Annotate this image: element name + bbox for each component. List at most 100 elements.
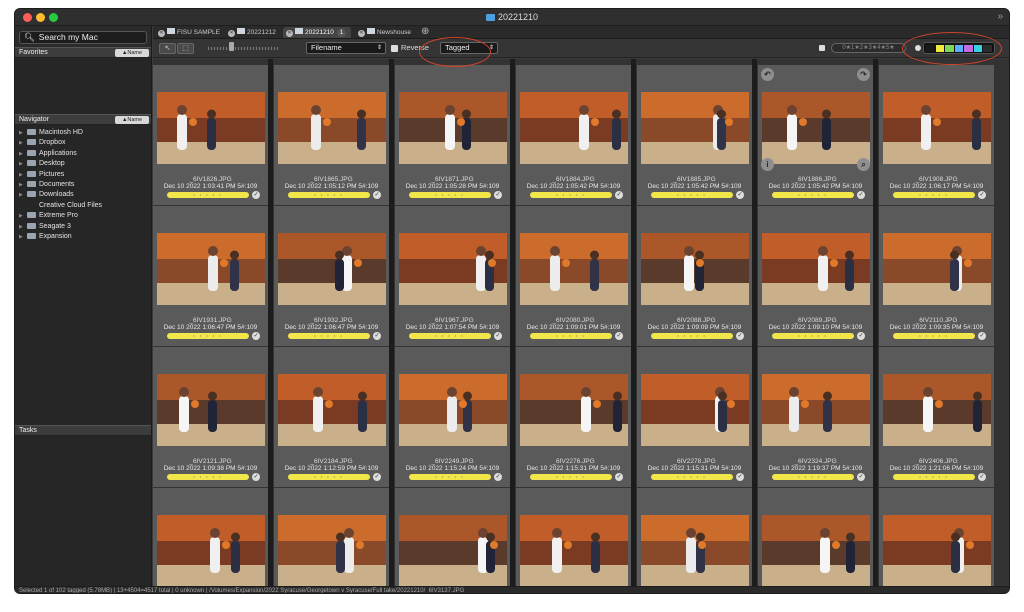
- thumbnail-cell[interactable]: [395, 488, 510, 586]
- checkmark-icon[interactable]: ✓: [857, 332, 865, 340]
- tag-color-label[interactable]: • • • • •: [167, 474, 249, 480]
- thumbnail-grid[interactable]: _6IV1826.JPG Dec 10 2022 1:03:41 PM 5#:10…: [153, 59, 1009, 586]
- close-icon[interactable]: ✕: [228, 30, 235, 37]
- color-swatch[interactable]: [926, 45, 935, 52]
- disclosure-triangle-icon[interactable]: ▶: [19, 222, 27, 232]
- photo-thumbnail[interactable]: [641, 92, 749, 164]
- thumbnail-cell[interactable]: [758, 488, 873, 586]
- tag-color-label[interactable]: • • • • •: [651, 192, 733, 198]
- thumbnail-cell[interactable]: [516, 488, 631, 586]
- reverse-checkbox[interactable]: [391, 45, 398, 52]
- disclosure-triangle-icon[interactable]: ▶: [19, 232, 27, 242]
- checkmark-icon[interactable]: ✓: [252, 473, 260, 481]
- photo-thumbnail[interactable]: [399, 515, 507, 586]
- tag-color-label[interactable]: • • • • •: [651, 474, 733, 480]
- disclosure-triangle-icon[interactable]: ▶: [19, 170, 27, 180]
- tag-color-label[interactable]: • • • • •: [409, 192, 491, 198]
- photo-thumbnail[interactable]: [278, 515, 386, 586]
- checkmark-icon[interactable]: ✓: [494, 191, 502, 199]
- thumbnail-cell[interactable]: [274, 488, 389, 586]
- checkmark-icon[interactable]: ✓: [736, 473, 744, 481]
- navigator-sort-button[interactable]: ▲Name: [115, 116, 149, 124]
- photo-thumbnail[interactable]: [278, 374, 386, 446]
- thumbnail-cell[interactable]: _6IV2276.JPG Dec 10 2022 1:15:31 PM 5#:10…: [516, 347, 631, 487]
- thumbnail-cell[interactable]: _6IV2089.JPG Dec 10 2022 1:09:10 PM 5#:10…: [758, 206, 873, 346]
- thumbnail-cell[interactable]: _6IV1865.JPG Dec 10 2022 1:05:12 PM 5#:10…: [274, 65, 389, 205]
- thumbnail-cell[interactable]: _6IV1932.JPG Dec 10 2022 1:06:47 PM 5#:10…: [274, 206, 389, 346]
- photo-thumbnail[interactable]: [399, 374, 507, 446]
- nav-item-desktop[interactable]: ▶ Desktop: [15, 159, 151, 169]
- checkmark-icon[interactable]: ✓: [736, 191, 744, 199]
- nav-item-downloads[interactable]: ▶ Downloads: [15, 190, 151, 200]
- tag-color-label[interactable]: • • • • •: [530, 474, 612, 480]
- nav-item-documents[interactable]: ▶ Documents: [15, 180, 151, 190]
- nav-item-applications[interactable]: ▶ Applications: [15, 149, 151, 159]
- nav-item-macintosh-hd[interactable]: ▶ Macintosh HD: [15, 128, 151, 138]
- checkmark-icon[interactable]: ✓: [373, 191, 381, 199]
- thumbnail-cell[interactable]: _6IV2278.JPG Dec 10 2022 1:15:31 PM 5#:10…: [637, 347, 752, 487]
- tag-color-label[interactable]: • • • • •: [167, 192, 249, 198]
- chevron-double-right-icon[interactable]: »: [997, 11, 1003, 22]
- slider-handle[interactable]: [229, 42, 234, 51]
- sort-select[interactable]: Filename ⇕: [306, 42, 386, 54]
- nav-item-seagate-3[interactable]: ▶ Seagate 3: [15, 222, 151, 232]
- tab-newshouse[interactable]: ✕ Newshouse: [355, 27, 411, 38]
- thumbnail-size-slider[interactable]: [208, 47, 278, 50]
- color-filter-toggle[interactable]: [915, 45, 921, 51]
- color-swatch[interactable]: [983, 45, 993, 52]
- photo-thumbnail[interactable]: [520, 92, 628, 164]
- thumbnail-cell[interactable]: _6IV1826.JPG Dec 10 2022 1:03:41 PM 5#:10…: [153, 65, 268, 205]
- photo-thumbnail[interactable]: [762, 374, 870, 446]
- thumbnail-cell[interactable]: _6IV2110.JPG Dec 10 2022 1:09:35 PM 5#:10…: [879, 206, 994, 346]
- checkmark-icon[interactable]: ✓: [615, 332, 623, 340]
- tag-color-label[interactable]: • • • • •: [772, 474, 854, 480]
- thumbnail-cell[interactable]: _6IV2121.JPG Dec 10 2022 1:09:38 PM 5#:10…: [153, 347, 268, 487]
- photo-thumbnail[interactable]: [278, 92, 386, 164]
- photo-thumbnail[interactable]: [762, 515, 870, 586]
- photo-thumbnail[interactable]: [762, 92, 870, 164]
- disclosure-triangle-icon[interactable]: ▶: [19, 190, 27, 200]
- tag-color-label[interactable]: • • • • •: [288, 192, 370, 198]
- disclosure-triangle-icon[interactable]: ▶: [19, 211, 27, 221]
- disclosure-triangle-icon[interactable]: ▶: [19, 180, 27, 190]
- thumbnail-cell[interactable]: _6IV1884.JPG Dec 10 2022 1:05:42 PM 5#:10…: [516, 65, 631, 205]
- magnify-icon[interactable]: ⌕: [857, 158, 870, 171]
- thumbnail-cell[interactable]: [879, 488, 994, 586]
- checkmark-icon[interactable]: ✓: [978, 191, 986, 199]
- checkmark-icon[interactable]: ✓: [615, 191, 623, 199]
- tag-color-label[interactable]: • • • • •: [409, 474, 491, 480]
- tag-color-label[interactable]: • • • • •: [772, 333, 854, 339]
- tag-color-label[interactable]: • • • • •: [893, 192, 975, 198]
- photo-thumbnail[interactable]: [641, 233, 749, 305]
- photo-thumbnail[interactable]: [520, 374, 628, 446]
- color-swatch[interactable]: [935, 45, 945, 52]
- tab-20221212[interactable]: ✕ 20221212: [225, 27, 276, 38]
- checkmark-icon[interactable]: ✓: [252, 332, 260, 340]
- photo-thumbnail[interactable]: [762, 233, 870, 305]
- tag-color-label[interactable]: • • • • •: [409, 333, 491, 339]
- nav-item-extreme-pro[interactable]: ▶ Extreme Pro: [15, 211, 151, 221]
- tag-color-label[interactable]: • • • • •: [651, 333, 733, 339]
- favorites-sort-button[interactable]: ▲Name: [115, 49, 149, 57]
- checkmark-icon[interactable]: ✓: [252, 191, 260, 199]
- photo-thumbnail[interactable]: [641, 374, 749, 446]
- color-swatch[interactable]: [973, 45, 983, 52]
- thumbnail-cell[interactable]: _6IV2324.JPG Dec 10 2022 1:19:37 PM 5#:10…: [758, 347, 873, 487]
- photo-thumbnail[interactable]: [278, 233, 386, 305]
- photo-thumbnail[interactable]: [520, 515, 628, 586]
- tag-color-label[interactable]: • • • • •: [530, 192, 612, 198]
- photo-thumbnail[interactable]: [157, 92, 265, 164]
- checkmark-icon[interactable]: ✓: [615, 473, 623, 481]
- color-swatch[interactable]: [954, 45, 964, 52]
- nav-item-dropbox[interactable]: ▶ Dropbox: [15, 138, 151, 148]
- tag-color-label[interactable]: • • • • •: [288, 333, 370, 339]
- photo-thumbnail[interactable]: [883, 374, 991, 446]
- checkmark-icon[interactable]: ✓: [978, 332, 986, 340]
- search-input[interactable]: 🔍︎ Search my Mac: [19, 31, 147, 44]
- checkmark-icon[interactable]: ✓: [494, 332, 502, 340]
- thumbnail-cell[interactable]: _6IV1908.JPG Dec 10 2022 1:06:17 PM 5#:10…: [879, 65, 994, 205]
- photo-thumbnail[interactable]: [883, 233, 991, 305]
- tag-color-label[interactable]: • • • • •: [772, 192, 854, 198]
- checkmark-icon[interactable]: ✓: [373, 473, 381, 481]
- close-icon[interactable]: ✕: [358, 30, 365, 37]
